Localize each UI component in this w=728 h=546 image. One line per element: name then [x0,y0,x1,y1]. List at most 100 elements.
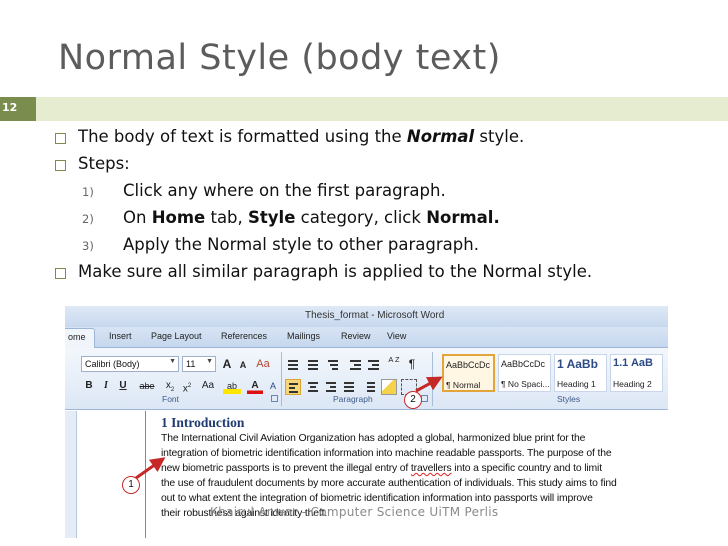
bullet-1-post: style. [474,127,525,146]
step-1: 1) Click any where on the first paragrap… [50,180,720,207]
chevron-down-icon: ▼ [169,358,176,365]
line-spacing-icon[interactable] [361,379,377,395]
group-separator [432,352,433,406]
strikethrough-button[interactable]: abe [135,378,159,394]
step-text: Apply the Normal style to other paragrap… [123,235,479,254]
style-heading-2[interactable]: 1.1 AaB Heading 2 [610,354,663,392]
doc-text: new biometric passports is to prevent th… [161,463,411,474]
step-2: 2) On Home tab, Style category, click No… [50,207,720,234]
align-left-icon[interactable] [285,379,301,395]
chevron-down-icon: ▼ [206,358,213,365]
decrease-indent-icon[interactable] [347,357,363,373]
bullets-icon[interactable] [285,357,301,373]
bullet-2: Steps: [50,153,720,180]
paragraph-dialog-launcher-icon[interactable] [421,395,428,402]
bullet-1-bold: Normal [406,127,475,146]
group-label-font: Font [162,394,180,404]
step-number: 2) [82,212,94,226]
align-center-icon[interactable] [305,379,321,395]
tab-home[interactable]: ome [65,328,95,348]
highlight-button[interactable]: ab [223,378,241,394]
change-case-button[interactable]: Aa [198,378,218,394]
shading-icon[interactable] [381,379,397,395]
step-bold: Home [151,208,206,227]
group-label-styles: Styles [557,394,581,404]
clear-format-button[interactable]: Aa [253,356,273,372]
bullet-list: The body of text is formatted using the … [50,126,720,288]
phonetic-guide-button[interactable]: A [267,378,279,394]
tab-references[interactable]: References [221,331,267,341]
step-text: On [123,208,152,227]
misspelled-word: travellers [410,463,452,474]
tab-mailings[interactable]: Mailings [287,331,320,341]
superscript-button[interactable]: x2 [180,378,194,394]
doc-line-3[interactable]: new biometric passports is to prevent th… [161,463,602,474]
justify-icon[interactable] [341,379,357,395]
style-name: ¶ Normal [446,380,481,390]
multilevel-list-icon[interactable] [325,357,341,373]
doc-line-2[interactable]: integration of biometric identification … [161,448,612,459]
doc-heading[interactable]: 1 Introduction [161,415,244,431]
style-heading-1[interactable]: 1 AaBb Heading 1 [554,354,607,392]
step-text: category, click [295,208,427,227]
tab-view[interactable]: View [387,331,406,341]
doc-line-5[interactable]: out to what extent the integration of bi… [161,493,593,504]
style-name: ¶ No Spaci... [501,379,550,389]
font-name-select[interactable]: Calibri (Body) ▼ [81,356,179,372]
tab-insert[interactable]: Insert [109,331,132,341]
bullet-3-text: Make sure all similar paragraph is appli… [78,262,593,281]
left-margin [65,411,77,538]
bullet-3: Make sure all similar paragraph is appli… [50,261,720,288]
group-separator [281,352,282,406]
numbering-icon[interactable] [305,357,321,373]
callout-1: 1 [122,476,140,494]
step-number: 3) [82,239,94,253]
doc-text: into a specific country and to limit [451,463,602,474]
step-bold: Normal. [426,208,500,227]
square-bullet-icon [55,160,66,171]
font-size-value: 11 [186,359,196,369]
word-screenshot: Thesis_format - Microsoft Word ome Inser… [65,306,668,538]
align-right-icon[interactable] [323,379,339,395]
slide-title: Normal Style (body text) [58,38,501,78]
word-titlebar: Thesis_format - Microsoft Word [65,306,668,327]
sort-button[interactable]: A Z [385,356,403,372]
tab-page-layout[interactable]: Page Layout [151,331,202,341]
group-label-paragraph: Paragraph [333,394,373,404]
title-bar: 12 [0,97,728,121]
increase-indent-icon[interactable] [365,357,381,373]
style-no-spacing[interactable]: AaBbCcDc ¶ No Spaci... [498,354,551,392]
font-color-button[interactable]: A [247,378,263,394]
ribbon-tabs: ome Insert Page Layout References Mailin… [65,327,668,348]
slide-number-box: 12 [0,97,36,121]
style-preview: 1 AaBb [557,357,598,371]
step-bold: Style [248,208,296,227]
bullet-1-pre: The body of text is formatted using the [78,127,407,146]
grow-font-button[interactable]: A [219,356,235,372]
bullet-1: The body of text is formatted using the … [50,126,720,153]
style-normal[interactable]: AaBbCcDc ¶ Normal [442,354,495,392]
font-size-select[interactable]: 11 ▼ [182,356,216,372]
doc-line-4[interactable]: the use of fraudulent documents by more … [161,478,617,489]
tab-review[interactable]: Review [341,331,371,341]
style-preview: AaBbCcDc [501,359,546,369]
italic-button[interactable]: I [99,378,113,394]
font-dialog-launcher-icon[interactable] [271,395,278,402]
font-name-value: Calibri (Body) [85,359,140,369]
step-text: Click any where on the first paragraph. [123,181,446,200]
style-name: Heading 2 [613,379,652,389]
subscript-button[interactable]: x2 [163,378,177,394]
bold-button[interactable]: B [82,378,96,394]
slide-footer: Khairul Anwar - Computer Science UiTM Pe… [210,505,499,519]
square-bullet-icon [55,133,66,144]
style-name: Heading 1 [557,379,596,389]
page-edge [145,411,146,538]
doc-line-1[interactable]: The International Civil Aviation Organiz… [161,433,585,444]
underline-button[interactable]: U [116,378,130,394]
slide-number: 12 [2,101,18,114]
bullet-2-text: Steps: [78,154,130,173]
shrink-font-button[interactable]: A [236,357,250,373]
callout-2: 2 [404,391,422,409]
show-formatting-button[interactable]: ¶ [405,356,419,372]
step-text: tab, [205,208,249,227]
